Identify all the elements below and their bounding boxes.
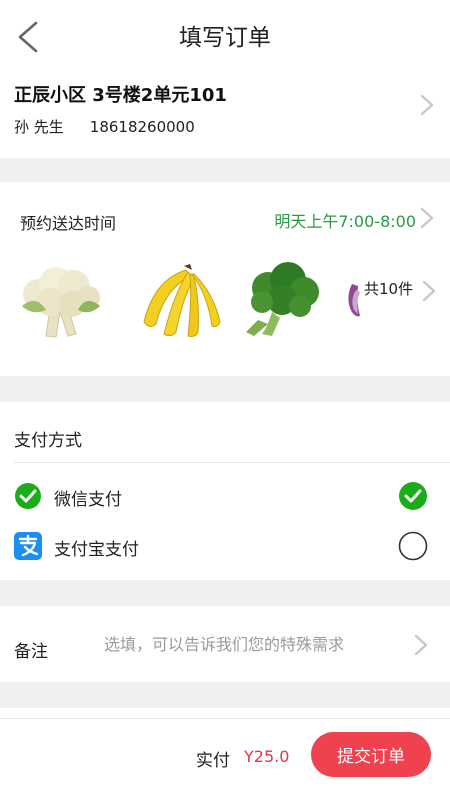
divider	[14, 462, 450, 463]
payment-label: 支付宝支付	[54, 540, 139, 560]
payment-option-wechat[interactable]: 微信支付	[0, 472, 450, 522]
chevron-right-icon	[420, 94, 434, 116]
banana-icon	[143, 264, 221, 337]
wechat-pay-icon	[15, 483, 41, 509]
radio-checked-icon[interactable]	[398, 481, 428, 511]
top-bar: 填写订单	[0, 0, 450, 72]
product-count: 共10件	[362, 278, 416, 299]
chevron-right-icon	[420, 207, 434, 229]
page-title: 填写订单	[179, 25, 271, 51]
cauliflower-icon	[22, 267, 100, 338]
product-list[interactable]: 共10件	[0, 254, 450, 354]
remark-row[interactable]: 备注	[0, 606, 450, 682]
contact-phone: 18618260000	[89, 118, 195, 136]
amount-value: Y25.0	[244, 747, 290, 766]
alipay-icon	[14, 532, 42, 560]
delivery-time-row[interactable]: 预约送达时间 明天上午7:00-8:00	[0, 182, 450, 252]
section-divider	[0, 708, 450, 718]
contact-name: 孙 先生	[14, 118, 64, 136]
purple-cabbage-icon	[348, 284, 360, 317]
chevron-right-icon	[414, 634, 428, 656]
remark-label: 备注	[14, 642, 48, 662]
delivery-section: 预约送达时间 明天上午7:00-8:00 共10件	[0, 182, 450, 376]
submit-order-button[interactable]: 提交订单	[311, 732, 431, 777]
address-card[interactable]: 正辰小区 3号楼2单元101 孙 先生 18618260000	[0, 72, 450, 158]
remark-input[interactable]	[104, 635, 404, 654]
delivery-time-label: 预约送达时间	[20, 214, 117, 233]
chevron-right-icon	[422, 280, 436, 302]
checkout-bar: 实付 Y25.0 提交订单	[0, 718, 450, 800]
product-cropped	[344, 280, 360, 320]
radio-unchecked-icon[interactable]	[398, 531, 428, 561]
contact-info: 孙 先生 18618260000	[14, 116, 195, 137]
payment-label: 微信支付	[54, 490, 122, 510]
amount-label: 实付	[196, 751, 230, 771]
payment-title: 支付方式	[14, 431, 82, 451]
delivery-time-value: 明天上午7:00-8:00	[274, 212, 416, 231]
address-line: 正辰小区 3号楼2单元101	[14, 85, 227, 106]
payment-option-alipay[interactable]: 支付宝支付	[0, 522, 450, 572]
broccoli-icon	[246, 262, 319, 336]
payment-section: 支付方式 微信支付 支付宝支付	[0, 402, 450, 580]
